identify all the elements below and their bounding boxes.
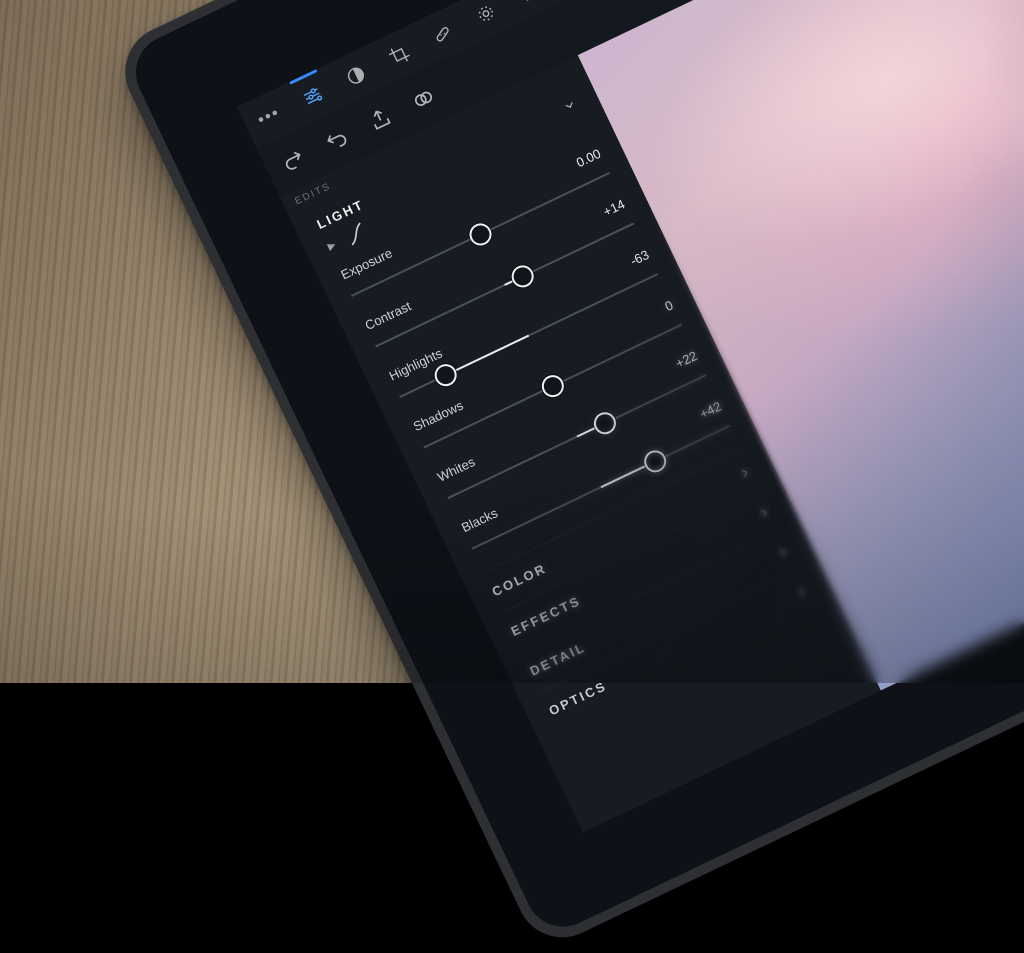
crop-icon[interactable] bbox=[385, 40, 414, 69]
chevron-right-icon bbox=[773, 543, 792, 562]
chevron-right-icon bbox=[792, 582, 811, 601]
local-adjust-icon[interactable] bbox=[515, 0, 544, 8]
healing-icon[interactable] bbox=[428, 20, 457, 49]
more-icon[interactable]: ••• bbox=[255, 102, 284, 131]
chevron-down-icon bbox=[560, 96, 579, 115]
chevron-right-icon bbox=[754, 503, 773, 522]
adjust-icon[interactable] bbox=[298, 82, 327, 111]
chevron-right-icon bbox=[735, 463, 754, 482]
presets-icon[interactable] bbox=[341, 61, 370, 90]
undo-icon[interactable] bbox=[321, 124, 353, 156]
masking-icon[interactable] bbox=[471, 0, 500, 28]
tone-curve-icon bbox=[341, 219, 370, 248]
redo-icon[interactable] bbox=[278, 145, 310, 177]
app-screen: ••• bbox=[237, 0, 1024, 833]
export-icon[interactable] bbox=[364, 103, 396, 135]
cloud-profile-icon[interactable] bbox=[408, 83, 440, 115]
disclosure-triangle-icon: ▶ bbox=[326, 239, 338, 252]
section-optics-title: OPTICS bbox=[546, 678, 609, 718]
